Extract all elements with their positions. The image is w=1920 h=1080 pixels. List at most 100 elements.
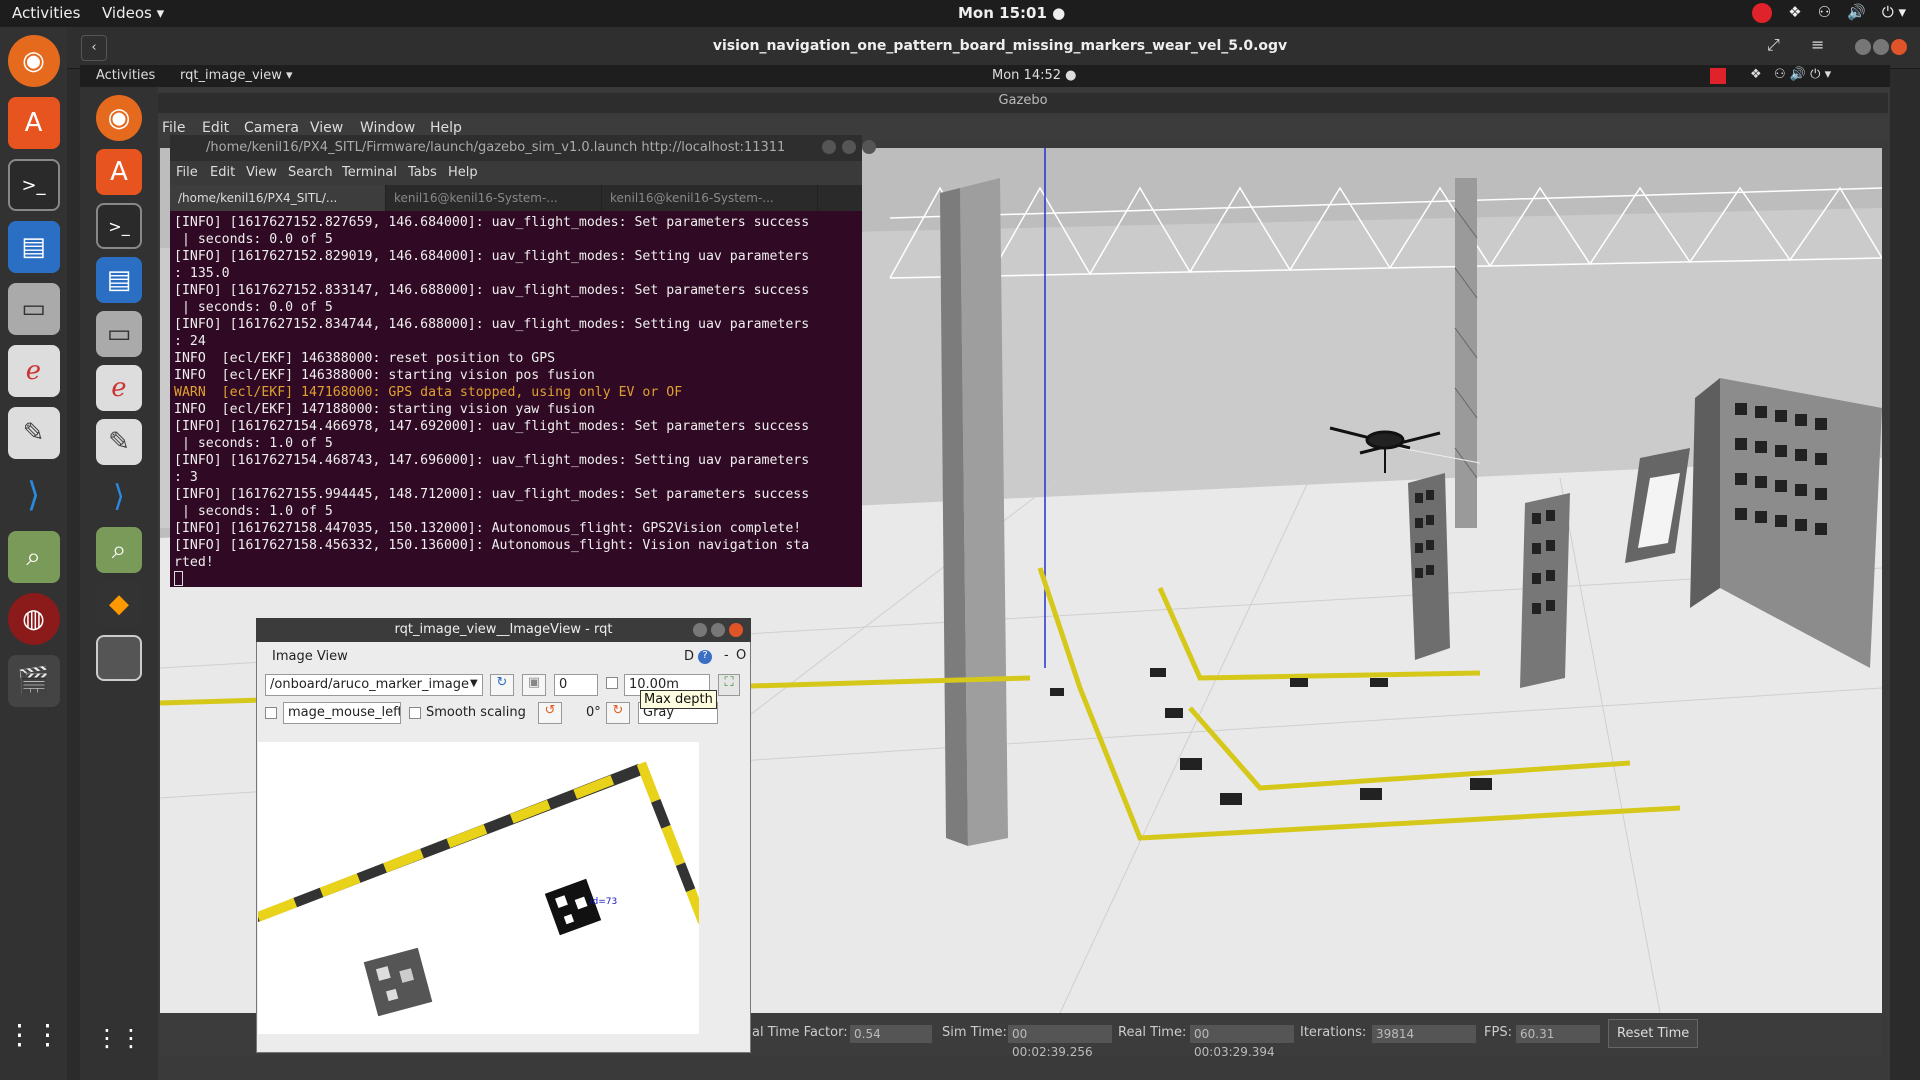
- terminal-tab[interactable]: kenil16@kenil16-System-...: [386, 185, 602, 211]
- min-value-spinbox[interactable]: 0: [554, 674, 598, 696]
- files-icon[interactable]: ▭: [96, 311, 142, 357]
- firefox-icon[interactable]: ◉: [96, 95, 142, 141]
- sim-time-value: 00 00:02:39.256: [1008, 1025, 1112, 1059]
- inner-record-icon[interactable]: [1710, 68, 1726, 84]
- show-apps-icon[interactable]: ⋮⋮: [93, 1012, 145, 1064]
- close-button[interactable]: [729, 623, 743, 637]
- zoom-fit-icon[interactable]: ⛶: [718, 674, 740, 696]
- menu-file[interactable]: File: [162, 120, 185, 136]
- image-view-panel-header: Image View D ? - O: [258, 648, 749, 668]
- software-center-icon[interactable]: A: [7, 97, 60, 149]
- minimize-button[interactable]: [1855, 39, 1871, 55]
- writer-icon[interactable]: ▤: [96, 257, 142, 303]
- terminal-line: INFO [ecl/EKF] 146388000: starting visio…: [174, 368, 595, 383]
- clock[interactable]: Mon 15:01 ●: [958, 4, 1065, 22]
- text-editor-icon[interactable]: ✎: [7, 407, 60, 459]
- inner-tray-icons[interactable]: ❖ ⚇ 🔊 ⏻ ▾: [1750, 67, 1831, 82]
- rqt-window-icon[interactable]: [96, 635, 142, 681]
- menu-icon[interactable]: ≡: [1811, 35, 1824, 54]
- panel-close[interactable]: O: [736, 648, 746, 663]
- minimize-button[interactable]: [822, 140, 836, 154]
- term-menu-help[interactable]: Help: [448, 165, 478, 180]
- system-tray[interactable]: ❖ ⚇ 🔊 ⏻ ▾: [1752, 3, 1906, 23]
- terminal-line: : 24: [174, 334, 206, 349]
- back-button[interactable]: ‹: [81, 35, 107, 61]
- text-editor-icon[interactable]: ✎: [96, 419, 142, 465]
- terminal-output[interactable]: [INFO] [1617627152.827659, 146.684000]: …: [170, 211, 862, 587]
- vscode-icon[interactable]: ⟩: [8, 469, 60, 521]
- topic-select[interactable]: /onboard/aruco_marker_image: [265, 674, 483, 696]
- evince-icon[interactable]: ℯ: [96, 365, 142, 411]
- activities-button[interactable]: Activities: [12, 4, 80, 22]
- network-icon[interactable]: ⚇: [1818, 3, 1831, 23]
- vscode-icon[interactable]: ⟩: [96, 473, 142, 519]
- files-icon[interactable]: ▭: [7, 283, 60, 335]
- term-menu-edit[interactable]: Edit: [210, 165, 235, 180]
- video-title: vision_navigation_one_pattern_board_miss…: [712, 38, 1288, 54]
- terminal-icon[interactable]: >_: [7, 159, 60, 211]
- ros-icon[interactable]: ◍: [7, 593, 60, 645]
- refresh-icon[interactable]: ↻: [490, 674, 514, 696]
- smooth-scaling-checkbox[interactable]: [409, 707, 421, 719]
- gazebo-title: Gazebo: [158, 93, 1888, 113]
- writer-icon[interactable]: ▤: [7, 221, 60, 273]
- volume-icon[interactable]: 🔊: [1847, 3, 1866, 23]
- close-button[interactable]: [1891, 39, 1907, 55]
- evince-icon[interactable]: ℯ: [7, 345, 60, 397]
- ros-tool-icon[interactable]: ◆: [96, 581, 142, 627]
- terminal-tabs: /home/kenil16/PX4_SITL/... kenil16@kenil…: [170, 185, 862, 211]
- maximize-button[interactable]: [842, 140, 856, 154]
- dynamic-range-checkbox[interactable]: [606, 677, 618, 689]
- menu-window[interactable]: Window: [360, 120, 415, 136]
- show-apps-icon[interactable]: ⋮⋮: [6, 1008, 62, 1060]
- term-menu-file[interactable]: File: [176, 165, 198, 180]
- terminal-line: [INFO] [1617627152.829019, 146.684000]: …: [174, 249, 810, 264]
- terminal-line: WARN [ecl/EKF] 147168000: GPS data stopp…: [174, 385, 683, 400]
- marker-id-label: id=73: [590, 897, 617, 907]
- maximize-button[interactable]: [711, 623, 725, 637]
- menu-view[interactable]: View: [310, 120, 343, 136]
- term-menu-terminal[interactable]: Terminal: [342, 165, 397, 180]
- menu-help[interactable]: Help: [430, 120, 462, 136]
- menu-edit[interactable]: Edit: [202, 120, 229, 136]
- inner-activities[interactable]: Activities: [96, 68, 155, 83]
- mouse-topic-input[interactable]: mage_mouse_left: [283, 702, 401, 724]
- image-viewer-icon[interactable]: ⌕: [96, 527, 142, 573]
- reset-time-button[interactable]: Reset Time: [1608, 1019, 1699, 1048]
- maximize-button[interactable]: [1873, 39, 1889, 55]
- minimize-button[interactable]: [693, 623, 707, 637]
- close-button[interactable]: [862, 140, 876, 154]
- rotate-right-icon[interactable]: ↻: [606, 702, 630, 724]
- dock-button[interactable]: D: [684, 649, 694, 664]
- terminal-tab[interactable]: kenil16@kenil16-System-...: [602, 185, 818, 211]
- dropbox-icon[interactable]: ❖: [1788, 3, 1801, 23]
- inner-app-menu[interactable]: rqt_image_view ▾: [180, 68, 293, 83]
- terminal-line: : 135.0: [174, 266, 230, 281]
- term-menu-tabs[interactable]: Tabs: [408, 165, 437, 180]
- power-icon[interactable]: ⏻ ▾: [1882, 3, 1906, 23]
- terminal-icon[interactable]: >_: [96, 203, 142, 249]
- image-viewer-icon[interactable]: ⌕: [7, 531, 60, 583]
- rotation-angle: 0°: [586, 705, 601, 720]
- terminal-tab[interactable]: /home/kenil16/PX4_SITL/...: [170, 185, 386, 211]
- help-icon[interactable]: ?: [698, 650, 712, 664]
- save-icon[interactable]: ▣: [522, 674, 546, 696]
- mouse-checkbox[interactable]: [265, 707, 277, 719]
- video-player-icon[interactable]: 🎬: [7, 655, 60, 707]
- iterations-value: 39814: [1372, 1025, 1476, 1043]
- firefox-icon[interactable]: ◉: [7, 35, 60, 87]
- term-menu-search[interactable]: Search: [288, 165, 333, 180]
- terminal-line: [INFO] [1617627158.456332, 150.136000]: …: [174, 538, 810, 553]
- rotate-left-icon[interactable]: ↺: [538, 702, 562, 724]
- record-icon[interactable]: [1752, 3, 1773, 23]
- rqt-titlebar: rqt_image_view__ImageView - rqt: [256, 618, 751, 642]
- menu-camera[interactable]: Camera: [244, 120, 299, 136]
- term-menu-view[interactable]: View: [246, 165, 277, 180]
- videos-app-menu[interactable]: Videos ▾: [102, 4, 164, 22]
- terminal-line: | seconds: 1.0 of 5: [174, 504, 333, 519]
- inner-clock[interactable]: Mon 14:52 ●: [992, 68, 1076, 83]
- software-center-icon[interactable]: A: [96, 149, 142, 195]
- fullscreen-icon[interactable]: ⤢: [1767, 35, 1780, 55]
- outer-dock: ◉ A >_ ▤ ▭ ℯ ✎ ⟩ ⌕ ◍ 🎬 ⋮⋮: [0, 27, 67, 1080]
- panel-minimize[interactable]: -: [724, 648, 729, 663]
